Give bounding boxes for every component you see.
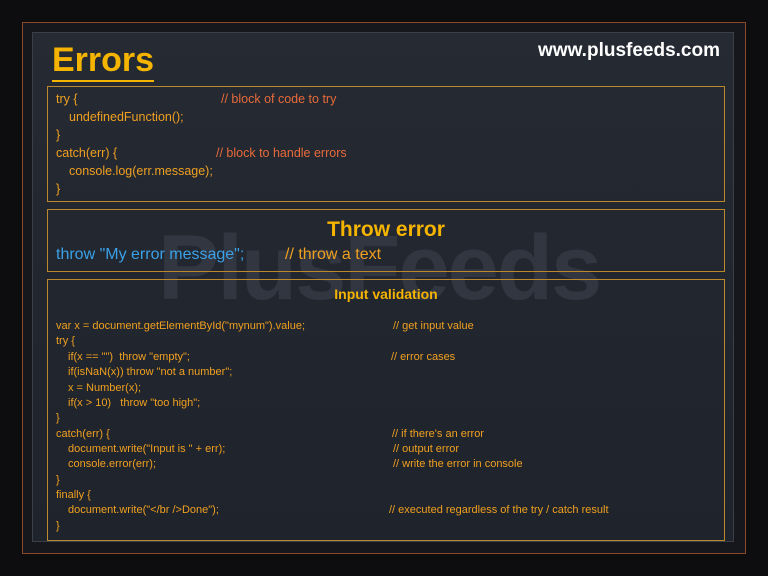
code-line: undefinedFunction();	[69, 110, 184, 124]
site-url: www.plusfeeds.com	[538, 40, 720, 61]
throw-comment: // throw a text	[285, 246, 382, 263]
code-line: }	[56, 520, 60, 532]
code-line: console.error(err);	[68, 458, 157, 470]
code-line: catch(err) {	[56, 146, 118, 160]
code-comment: // block of code to try	[221, 92, 337, 106]
code-line: if(isNaN(x)) throw "not a number";	[68, 366, 233, 378]
try-catch-box: try { undefinedFunction(); } catch(err) …	[47, 86, 725, 202]
input-validation-box: Input validation var x = document.getEle…	[47, 279, 725, 541]
code-comment: // get input value	[393, 320, 474, 332]
code-line: document.write("</br />Done");	[68, 504, 219, 516]
code-line: if(x > 10) throw "too high";	[68, 397, 201, 409]
code-line: }	[56, 182, 61, 196]
code-line: document.write("Input is " + err);	[68, 443, 226, 455]
throw-heading: Throw error	[327, 218, 445, 241]
code-comment: // error cases	[391, 351, 456, 363]
code-line: console.log(err.message);	[69, 164, 213, 178]
code-line: try {	[56, 335, 75, 347]
throw-code: throw "My error message";	[56, 246, 245, 263]
code-comment: // block to handle errors	[216, 146, 347, 160]
throw-error-box: Throw error throw "My error message"; //…	[47, 209, 725, 272]
validation-heading: Input validation	[334, 286, 438, 302]
code-line: }	[56, 412, 60, 424]
code-line: var x = document.getElementById("mynum")…	[56, 320, 305, 332]
code-line: x = Number(x);	[68, 382, 142, 394]
code-comment: // write the error in console	[393, 458, 523, 470]
code-line: }	[56, 128, 61, 142]
code-line: try {	[56, 92, 78, 106]
code-line: if(x == "") throw "empty";	[68, 351, 190, 363]
code-line: catch(err) {	[56, 428, 110, 440]
code-line: finally {	[56, 489, 91, 501]
page-title: Errors	[52, 40, 155, 82]
code-comment: // output error	[393, 443, 460, 455]
code-line: }	[56, 474, 60, 486]
code-comment: // executed regardless of the try / catc…	[389, 504, 609, 516]
code-comment: // if there's an error	[392, 428, 484, 440]
